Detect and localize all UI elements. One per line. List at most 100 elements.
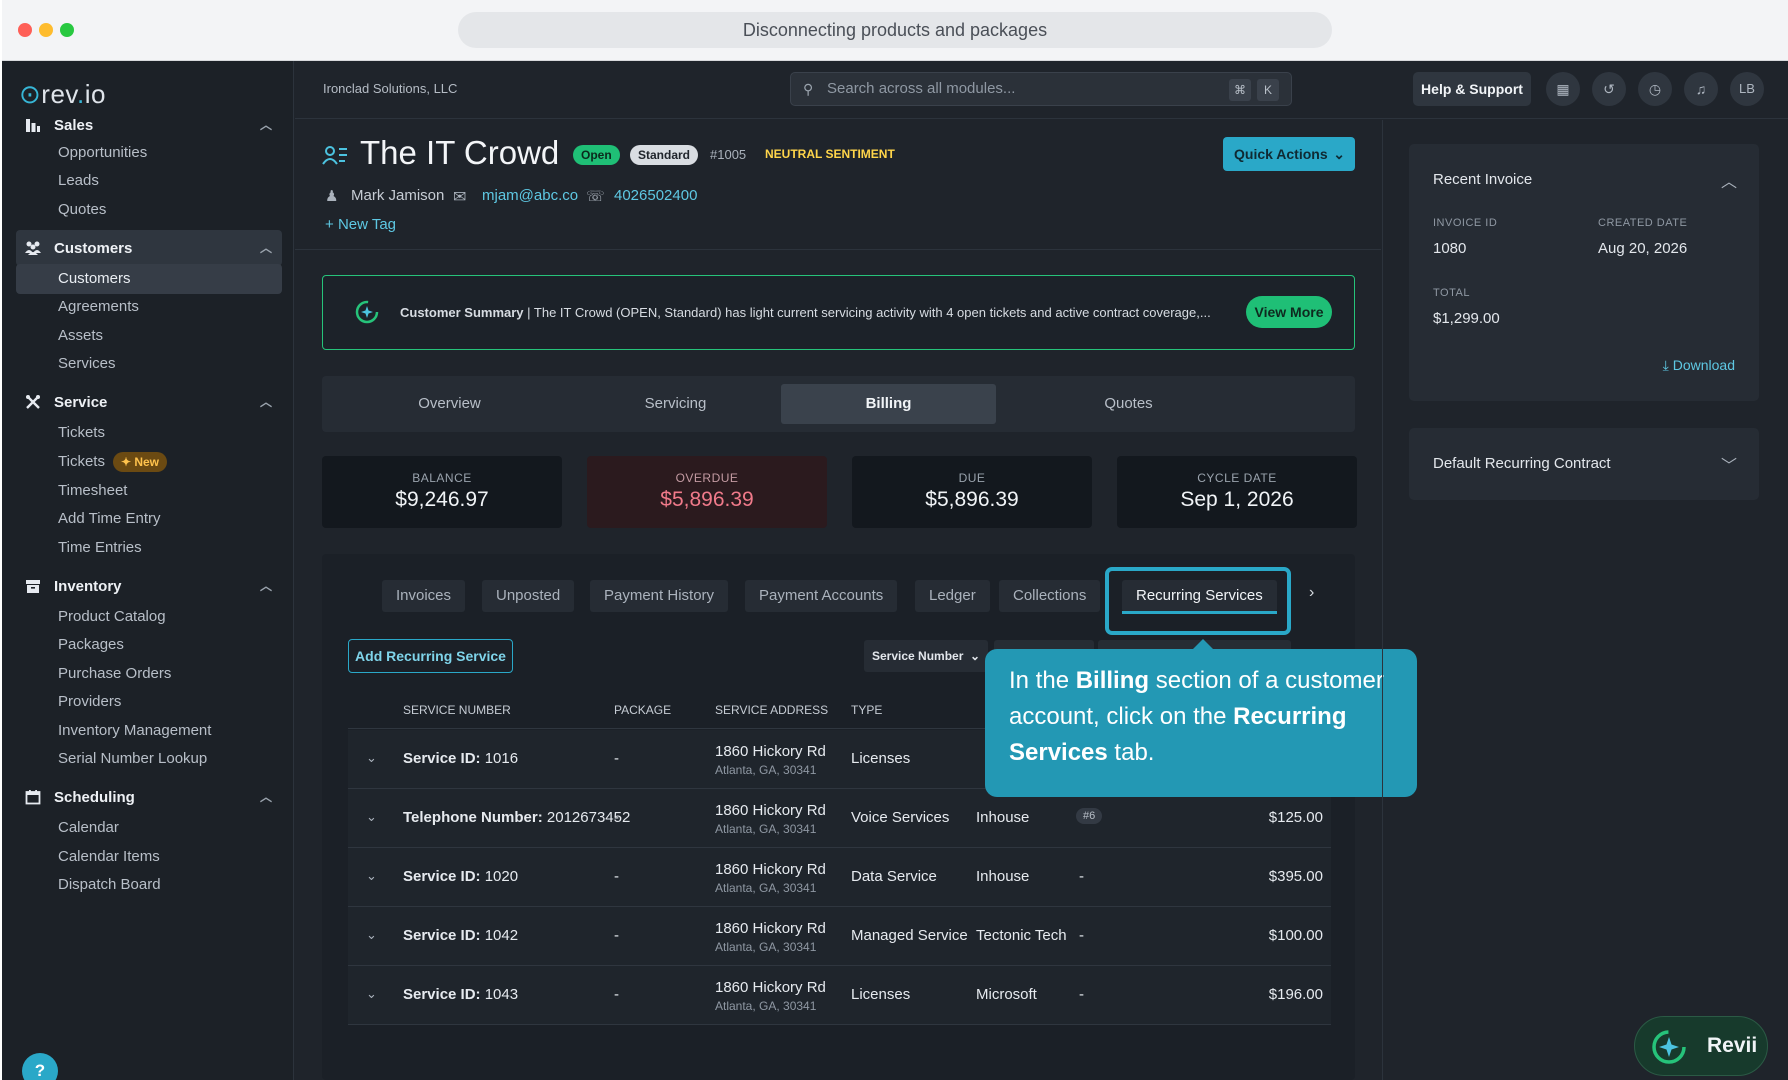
timer-icon[interactable]: ◷ [1638, 72, 1672, 106]
tab-billing[interactable]: Billing [781, 384, 996, 424]
tab-quotes[interactable]: Quotes [1006, 384, 1251, 424]
close-window-button[interactable] [18, 23, 32, 37]
table-row[interactable]: ⌄ Telephone Number: 2012673452 - 1860 Hi… [348, 789, 1331, 848]
service-number-cell: Service ID: 1042 [403, 927, 518, 944]
logo-mark-icon: ⊙ [19, 79, 42, 109]
revio-logo[interactable]: ⊙rev.io [19, 79, 106, 110]
sidebar-item-inventory-management[interactable]: Inventory Management [16, 716, 282, 746]
sidebar-section-scheduling[interactable]: Scheduling ︿ [16, 779, 282, 815]
subtab-payment-accounts[interactable]: Payment Accounts [745, 580, 898, 612]
sidebar-section-service[interactable]: Service ︿ [16, 384, 282, 420]
type-cell: Voice Services [851, 809, 950, 826]
sidebar-item-quotes[interactable]: Quotes [16, 195, 282, 225]
subtab-ledger[interactable]: Ledger [915, 580, 990, 612]
avatar[interactable]: LB [1730, 72, 1764, 106]
sidebar-item-leads[interactable]: Leads [16, 166, 282, 196]
subtab-unposted[interactable]: Unposted [482, 580, 575, 612]
address-line2: Atlanta, GA, 30341 [715, 881, 817, 895]
help-support-button[interactable]: Help & Support [1413, 72, 1531, 106]
sidebar-item-assets[interactable]: Assets [16, 321, 282, 351]
sidebar-item-tickets-new[interactable]: Tickets ✦ New [16, 447, 282, 477]
chevron-down-icon[interactable]: ⌄ [366, 927, 377, 943]
sidebar-item-purchase-orders[interactable]: Purchase Orders [16, 659, 282, 689]
phone-link[interactable]: 4026502400 [614, 187, 697, 204]
chevron-down-icon[interactable]: ⌄ [366, 986, 377, 1002]
due-card: DUE $5,896.39 [852, 456, 1092, 528]
email-link[interactable]: mjam@abc.co [482, 187, 578, 204]
sidebar-section-inventory[interactable]: Inventory ︿ [16, 568, 282, 604]
chevron-up-icon: ︿ [259, 790, 272, 804]
table-row[interactable]: ⌄ Service ID: 1020 - 1860 Hickory Rd Atl… [348, 848, 1331, 907]
new-tag-button[interactable]: + New Tag [325, 216, 396, 233]
invoice-id-value: 1080 [1433, 240, 1467, 257]
search-icon: ⚲ [803, 81, 814, 97]
title-bar: Disconnecting products and packages [2, 0, 1788, 61]
help-button[interactable]: ? [22, 1053, 58, 1080]
sidebar-item-calendar-items[interactable]: Calendar Items [16, 842, 282, 872]
type-cell: Data Service [851, 868, 937, 885]
recent-invoice-card: Recent Invoice ︿ INVOICE ID 1080 CREATED… [1409, 144, 1759, 401]
type-cell: Licenses [851, 750, 911, 767]
sidebar-item-time-entries[interactable]: Time Entries [16, 533, 282, 563]
add-recurring-service-button[interactable]: Add Recurring Service [348, 639, 513, 673]
history-icon[interactable]: ↺ [1592, 72, 1626, 106]
quick-actions-button[interactable]: Quick Actions ⌄ [1223, 137, 1355, 171]
sidebar-item-add-time-entry[interactable]: Add Time Entry [16, 504, 282, 534]
sidebar-item-services[interactable]: Services [16, 349, 282, 379]
sidebar-item-product-catalog[interactable]: Product Catalog [16, 602, 282, 632]
dashboard-icon[interactable]: ▦ [1546, 72, 1580, 106]
tab-overview[interactable]: Overview [327, 384, 572, 424]
sidebar-item-serial-number-lookup[interactable]: Serial Number Lookup [16, 744, 282, 774]
provider-cell: Tectonic Tech [976, 927, 1067, 944]
table-row[interactable]: ⌄ Service ID: 1043 - 1860 Hickory Rd Atl… [348, 966, 1331, 1025]
logo-dot: . [77, 79, 85, 109]
sidebar-item-dispatch-board[interactable]: Dispatch Board [16, 870, 282, 900]
service-number-cell: Service ID: 1043 [403, 986, 518, 1003]
address-line1: 1860 Hickory Rd [715, 979, 826, 996]
service-number-filter[interactable]: Service Number ⌄ [864, 640, 988, 672]
subtab-invoices[interactable]: Invoices [382, 580, 466, 612]
chevron-up-icon[interactable]: ︿ [1721, 168, 1737, 192]
table-row[interactable]: ⌄ Service ID: 1042 - 1860 Hickory Rd Atl… [348, 907, 1331, 966]
invoice-id-label: INVOICE ID [1433, 217, 1498, 229]
sidebar-item-agreements[interactable]: Agreements [16, 292, 282, 322]
column-header: TYPE [851, 703, 883, 717]
quantity-cell: - [1079, 927, 1084, 944]
chevron-down-icon[interactable]: ⌄ [366, 750, 377, 766]
sidebar-item-packages[interactable]: Packages [16, 630, 282, 660]
screen: Disconnecting products and packages ⊙rev… [0, 0, 1788, 1080]
sidebar-item-calendar[interactable]: Calendar [16, 813, 282, 843]
default-recurring-contract-card[interactable]: Default Recurring Contract ﹀ [1409, 428, 1759, 500]
tab-servicing[interactable]: Servicing [553, 384, 798, 424]
sidebar-item-timesheet[interactable]: Timesheet [16, 476, 282, 506]
total-label: TOTAL [1433, 287, 1470, 299]
address-bar[interactable]: Disconnecting products and packages [458, 12, 1332, 48]
card-value: Sep 1, 2026 [1180, 488, 1294, 511]
bell-icon[interactable]: ♫ [1684, 72, 1718, 106]
sidebar-section-customers[interactable]: Customers ︿ [16, 230, 282, 266]
service-id-label: Service ID: [403, 986, 481, 1003]
created-date-value: Aug 20, 2026 [1598, 240, 1688, 257]
chevron-down-icon[interactable]: ⌄ [366, 809, 377, 825]
download-link[interactable]: ⤓ Download [1663, 357, 1735, 374]
minimize-window-button[interactable] [39, 23, 53, 37]
sidebar-item-tickets[interactable]: Tickets [16, 418, 282, 448]
status-badge: Open [573, 145, 620, 165]
global-search-input[interactable]: ⚲ Search across all modules... ⌘ K [790, 72, 1292, 106]
amount-cell: $196.00 [1268, 986, 1323, 1003]
card-value: $9,246.97 [395, 488, 489, 511]
chevron-right-icon[interactable]: › [1309, 584, 1314, 602]
subtab-collections[interactable]: Collections [999, 580, 1101, 612]
sidebar-item-providers[interactable]: Providers [16, 687, 282, 717]
sidebar-item-customers[interactable]: Customers [16, 264, 282, 294]
chevron-down-icon[interactable]: ⌄ [366, 868, 377, 884]
recent-invoice-title: Recent Invoice [1433, 171, 1533, 188]
subtab-payment-history[interactable]: Payment History [590, 580, 729, 612]
header-divider [295, 249, 1381, 250]
chevron-down-icon[interactable]: ﹀ [1721, 452, 1737, 476]
revii-assistant-button[interactable]: Revii [1634, 1016, 1768, 1076]
filter-label: Service Number [872, 649, 964, 663]
view-more-button[interactable]: View More [1246, 296, 1332, 328]
sidebar-item-opportunities[interactable]: Opportunities [16, 138, 282, 168]
maximize-window-button[interactable] [60, 23, 74, 37]
